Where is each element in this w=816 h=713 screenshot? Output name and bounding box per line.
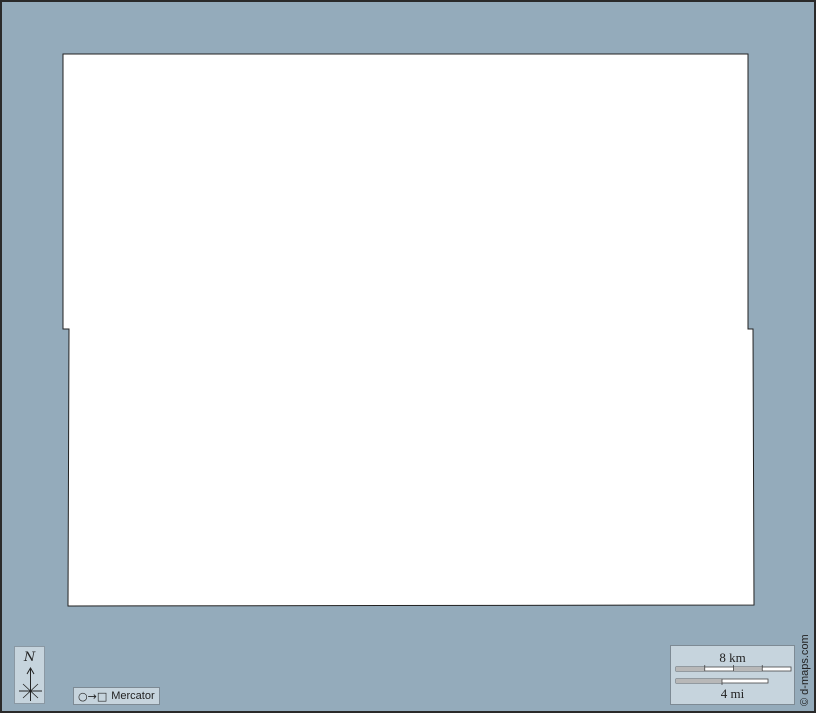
land-outline — [62, 53, 755, 607]
projection-icon: ○→□ — [78, 689, 108, 703]
scale-bar: 8 km 4 mi — [670, 645, 795, 705]
projection-name: Mercator — [111, 690, 155, 702]
north-arrow: N — [14, 646, 45, 704]
map-canvas[interactable]: N ○→□ Mercator 8 km 4 mi © d-maps.com — [0, 0, 816, 713]
scale-mi-label: 4 mi — [720, 686, 745, 701]
land-area — [62, 53, 755, 607]
compass-icon — [19, 667, 42, 701]
projection-legend: ○→□ Mercator — [73, 687, 160, 705]
north-label: N — [23, 650, 36, 665]
copyright-credit: © d-maps.com — [799, 634, 811, 706]
